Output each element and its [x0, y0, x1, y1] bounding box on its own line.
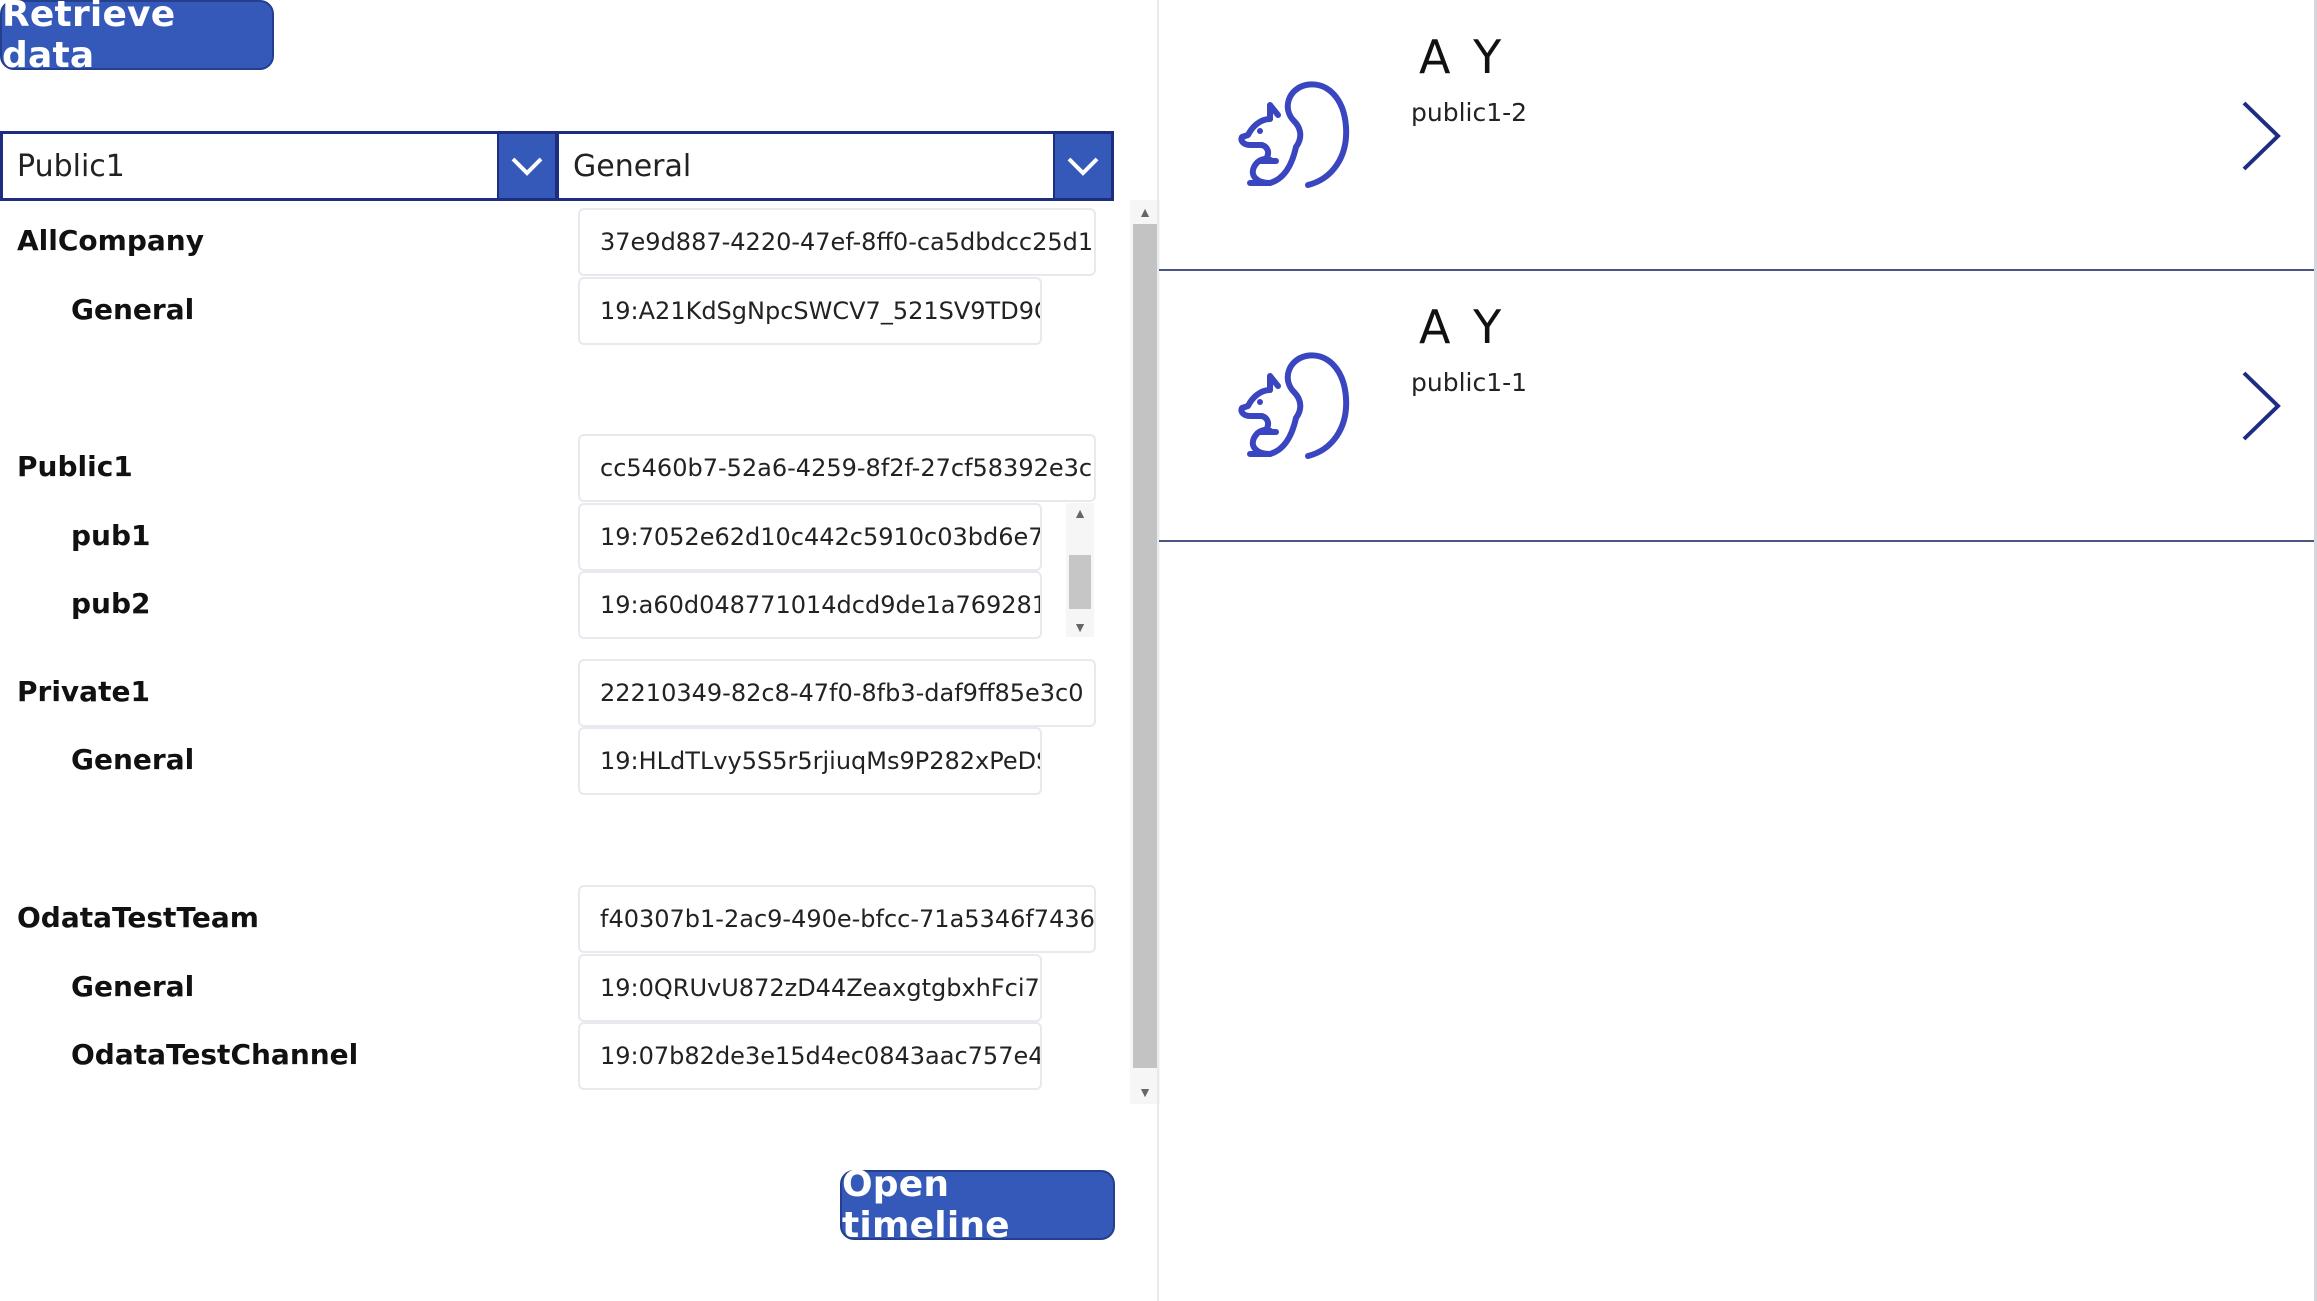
scrollbar-thumb[interactable] — [1069, 555, 1091, 609]
channel-id-field[interactable]: 19:A21KdSgNpcSWCV7_521SV9TD9CUjjm — [578, 277, 1042, 345]
message-author: A Y — [1419, 300, 1506, 354]
channel-name: pub2 — [71, 587, 151, 620]
squirrel-icon — [1238, 352, 1350, 459]
message-text: public1-1 — [1411, 368, 1528, 397]
team-id-field[interactable]: 37e9d887-4220-47ef-8ff0-ca5dbdcc25d1 — [578, 208, 1096, 276]
gallery-scrollbar[interactable]: ▲ ▼ — [1130, 200, 1160, 1104]
team-id-field[interactable]: cc5460b7-52a6-4259-8f2f-27cf58392e3c — [578, 434, 1096, 502]
channel-dropdown[interactable]: General — [556, 131, 1114, 201]
team-name: OdataTestTeam — [17, 901, 259, 934]
team-id-field[interactable]: f40307b1-2ac9-490e-bfcc-71a5346f7436 — [578, 885, 1096, 953]
scroll-down-icon[interactable]: ▼ — [1066, 617, 1094, 637]
channel-name: pub1 — [71, 519, 151, 552]
chevron-right-icon[interactable] — [2238, 369, 2284, 443]
chevron-down-icon[interactable] — [1053, 134, 1111, 198]
channel-name: General — [71, 743, 195, 776]
team-name: Private1 — [17, 675, 150, 708]
scrollbar-thumb[interactable] — [1133, 224, 1157, 1068]
message-text: public1-2 — [1411, 98, 1528, 127]
channel-id-field[interactable]: 19:HLdTLvy5S5r5rjiuqMs9P282xPeDSqjgT — [578, 727, 1042, 795]
channel-name: OdataTestChannel — [71, 1038, 359, 1071]
divider — [1159, 540, 2314, 542]
squirrel-icon — [1238, 81, 1350, 188]
team-name: AllCompany — [17, 224, 204, 257]
scroll-up-icon[interactable]: ▲ — [1066, 503, 1094, 523]
channel-id-field[interactable]: 19:0QRUvU872zD44ZeaxgtgbxhFci7MVSr — [578, 954, 1042, 1022]
open-timeline-button[interactable]: Open timeline — [840, 1164, 1115, 1246]
channel-id-field[interactable]: 19:07b82de3e15d4ec0843aac757e4e190 — [578, 1022, 1042, 1090]
scroll-down-icon[interactable]: ▼ — [1130, 1082, 1160, 1102]
message-author: A Y — [1419, 30, 1506, 84]
channel-dropdown-value: General — [573, 148, 692, 184]
channel-name: General — [71, 293, 195, 326]
retrieve-data-button[interactable]: Retrieve data — [0, 0, 274, 76]
message-item[interactable]: A Y public1-1 — [1159, 271, 2314, 541]
channel-id-field[interactable]: 19:7052e62d10c442c5910c03bd6e714aa3 — [578, 503, 1042, 571]
chevron-right-icon[interactable] — [2238, 99, 2284, 173]
team-name: Public1 — [17, 450, 133, 483]
chevron-down-icon[interactable] — [497, 134, 555, 198]
channel-id-field[interactable]: 19:a60d048771014dcd9de1a7692818fed2 — [578, 571, 1042, 639]
message-item[interactable]: A Y public1-2 — [1159, 0, 2314, 270]
channel-list-scrollbar[interactable]: ▲ ▼ — [1066, 503, 1094, 637]
team-id-field[interactable]: 22210349-82c8-47f0-8fb3-daf9ff85e3c0 — [578, 659, 1096, 727]
team-dropdown-value: Public1 — [17, 148, 125, 184]
team-dropdown[interactable]: Public1 — [0, 131, 558, 201]
scroll-up-icon[interactable]: ▲ — [1130, 202, 1160, 222]
channel-name: General — [71, 970, 195, 1003]
